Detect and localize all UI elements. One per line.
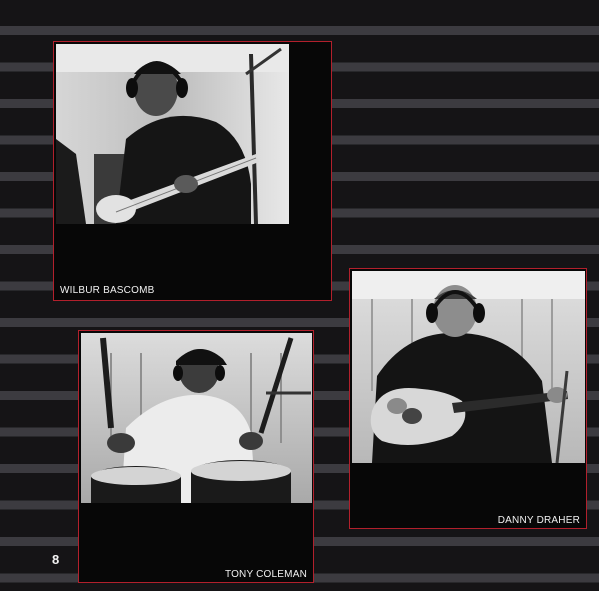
caption-tony-coleman: TONY COLEMAN: [224, 569, 307, 580]
bass-player-photo: [56, 44, 289, 224]
photo-panel-danny-draher: DANNY DRAHER: [349, 268, 587, 529]
booklet-page: WILBUR BASCOMB DANNY DRAHER TONY COLEMAN…: [0, 0, 599, 591]
caption-wilbur-bascomb: WILBUR BASCOMB: [60, 285, 155, 296]
photo-panel-wilbur-bascomb: WILBUR BASCOMB: [53, 41, 332, 301]
drummer-photo: [81, 333, 312, 503]
guitarist-photo: [352, 271, 585, 463]
caption-danny-draher: DANNY DRAHER: [497, 515, 580, 526]
page-number: 8: [52, 552, 60, 567]
photo-panel-tony-coleman: TONY COLEMAN: [78, 330, 314, 583]
